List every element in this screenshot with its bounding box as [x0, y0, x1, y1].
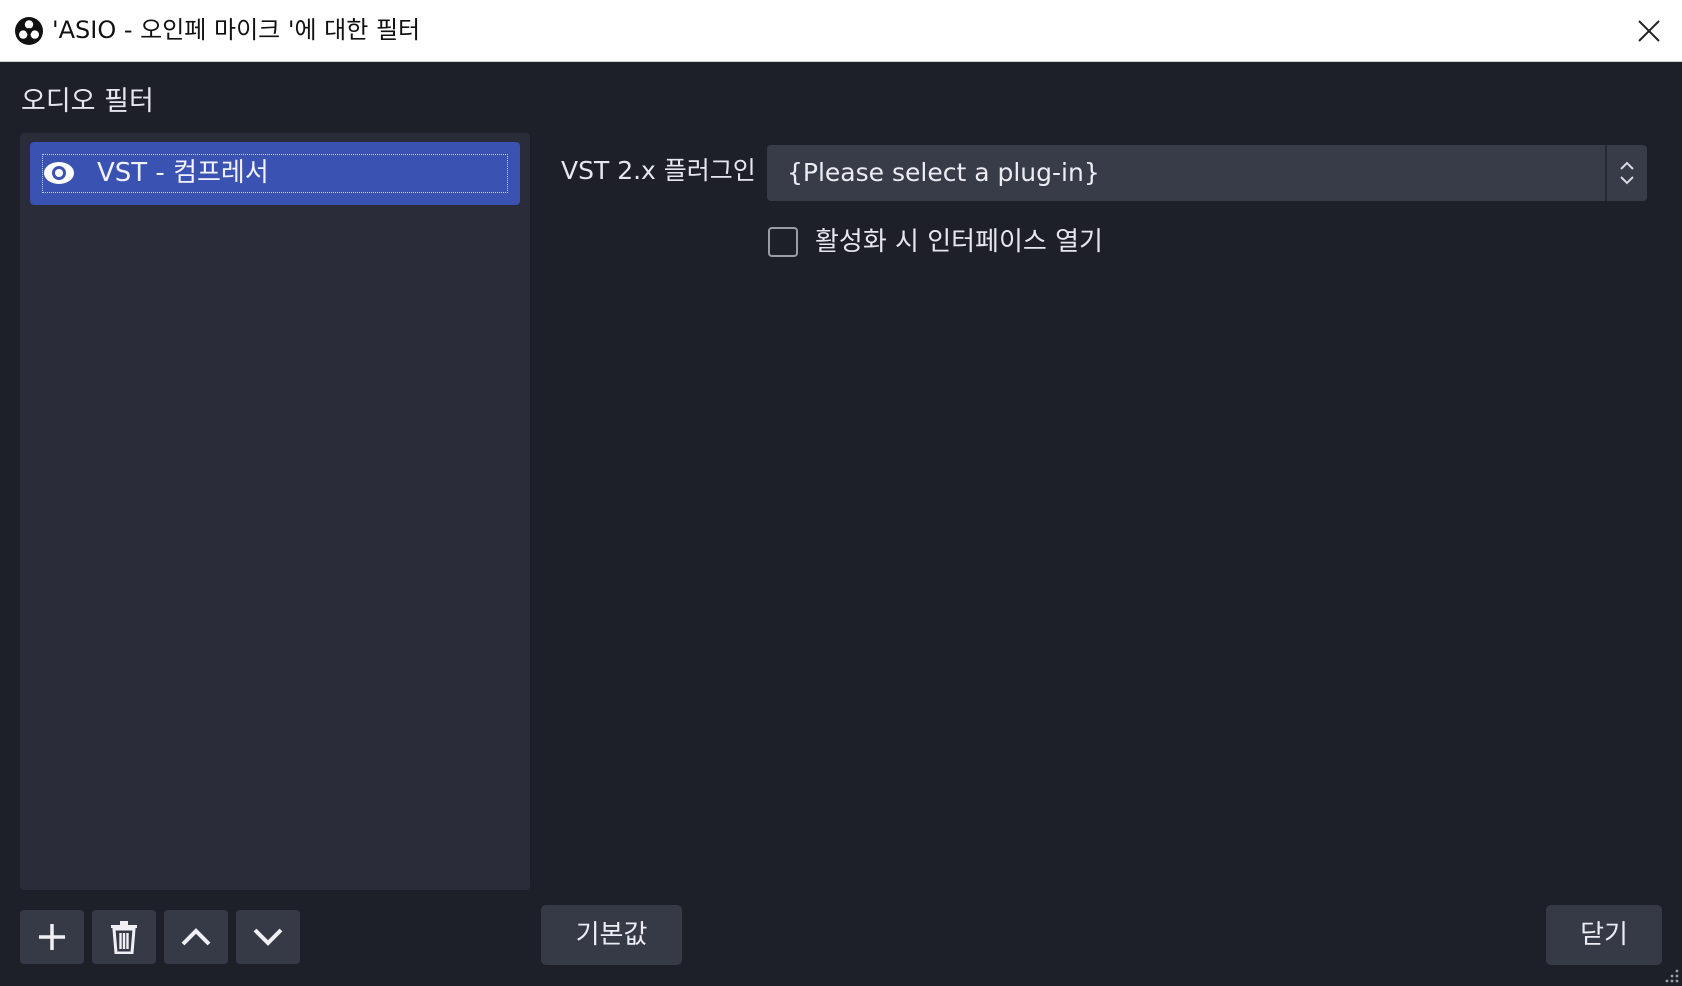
plus-icon: [39, 924, 65, 950]
window-title: 'ASIO - 오인페 마이크 '에 대한 필터: [52, 16, 421, 44]
chevron-down-icon: [253, 928, 283, 946]
resize-grip-icon[interactable]: [1662, 966, 1680, 984]
close-button[interactable]: 닫기: [1546, 905, 1662, 965]
defaults-button[interactable]: 기본값: [541, 905, 682, 965]
move-filter-up-button[interactable]: [164, 910, 228, 964]
obs-logo-icon: [15, 17, 43, 45]
close-icon: [1638, 19, 1660, 42]
filter-name: VST - 컴프레서: [97, 158, 269, 188]
audio-filters-label: 오디오 필터: [21, 86, 154, 117]
remove-filter-button[interactable]: [92, 910, 156, 964]
plugin-select-value: {Please select a plug-in}: [787, 158, 1100, 187]
close-window-button[interactable]: [1616, 0, 1682, 61]
vst-plugin-label: VST 2.x 플러그인: [561, 156, 756, 185]
filter-list-item[interactable]: VST - 컴프레서: [30, 142, 520, 205]
chevron-up-icon: [181, 928, 211, 946]
window-titlebar: 'ASIO - 오인페 마이크 '에 대한 필터: [0, 0, 1682, 62]
move-filter-down-button[interactable]: [236, 910, 300, 964]
add-filter-button[interactable]: [20, 910, 84, 964]
filter-list[interactable]: VST - 컴프레서: [20, 133, 530, 890]
eye-icon[interactable]: [42, 158, 76, 188]
up-down-arrows-icon: [1620, 161, 1634, 185]
open-interface-checkbox[interactable]: [768, 227, 798, 257]
open-interface-checkbox-label: 활성화 시 인터페이스 열기: [815, 227, 1103, 257]
vst-plugin-select[interactable]: {Please select a plug-in}: [767, 145, 1647, 201]
select-divider: [1605, 145, 1607, 201]
trash-icon: [111, 921, 137, 954]
